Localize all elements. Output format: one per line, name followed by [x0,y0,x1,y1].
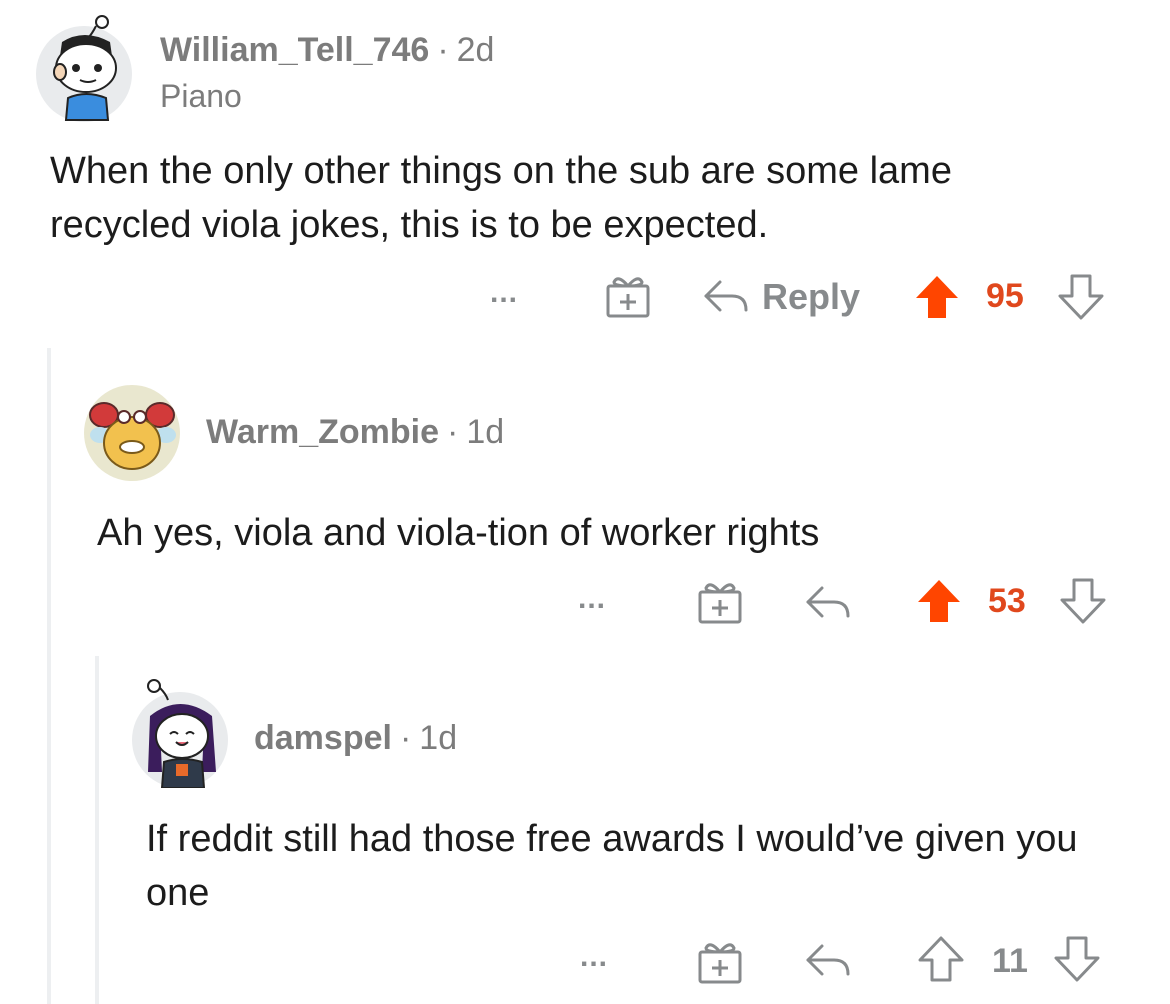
avatar[interactable] [132,679,228,788]
timestamp: 1d [419,719,458,757]
snoo-avatar-icon [89,402,176,470]
snoo-avatar-icon [53,15,117,121]
vote-score: 53 [988,582,1026,620]
username[interactable]: Warm_Zombie [206,413,439,451]
more-options-button[interactable]: ... [578,582,606,616]
downvote-arrow-icon[interactable] [1058,274,1104,320]
reply-label: Reply [762,276,861,317]
comment-meta: damspel · 1d [254,719,457,758]
avatar[interactable] [36,15,132,122]
gift-award-icon[interactable] [696,578,744,626]
comment-meta: William_Tell_746 · 2d [160,31,494,70]
gift-award-icon[interactable] [696,938,744,986]
separator-dot: · [437,31,449,69]
username[interactable]: damspel [254,719,392,757]
thread-line-level-1[interactable] [47,348,51,1004]
vote-score: 95 [986,277,1024,315]
avatar[interactable] [84,385,180,481]
reply-arrow-icon [704,280,748,312]
more-options-button[interactable]: ... [580,940,608,974]
comment-body: If reddit still had those free awards I … [146,818,1078,914]
comment-body: Ah yes, viola and viola-tion of worker r… [97,512,820,554]
upvote-arrow-icon[interactable] [914,274,960,320]
vote-score: 11 [992,942,1028,980]
username[interactable]: William_Tell_746 [160,31,429,69]
timestamp: 1d [466,413,505,451]
user-flair: Piano [160,78,242,114]
separator-dot: · [399,719,412,757]
downvote-arrow-icon[interactable] [1060,578,1106,624]
comment-meta: Warm_Zombie · 1d [206,413,504,452]
separator-dot: · [447,413,459,451]
comment-body: When the only other things on the sub ar… [50,150,952,246]
reply-arrow-icon[interactable] [804,940,852,980]
thread-line-level-2[interactable] [95,656,99,1004]
timestamp: 2d [456,31,495,69]
downvote-arrow-icon[interactable] [1054,936,1100,982]
snoo-avatar-icon [147,679,216,788]
upvote-arrow-icon[interactable] [918,936,964,982]
reply-arrow-icon[interactable] [804,582,852,622]
upvote-arrow-icon[interactable] [916,578,962,624]
more-options-button[interactable]: ... [490,276,518,310]
gift-award-icon[interactable] [604,272,652,320]
